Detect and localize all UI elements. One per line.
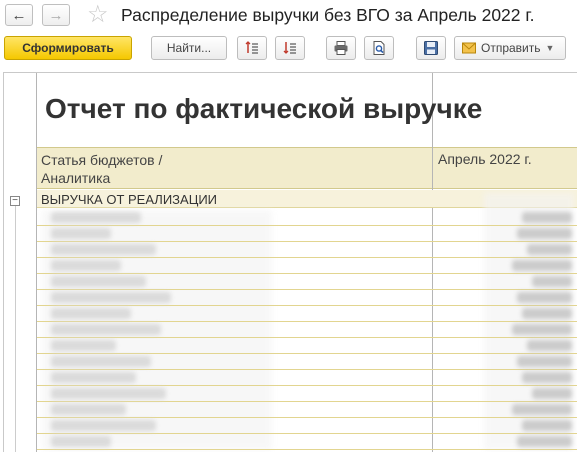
tree-guide-line bbox=[15, 206, 16, 452]
redacted-row-name bbox=[51, 372, 136, 383]
redacted-row-name bbox=[51, 212, 141, 223]
table-row[interactable] bbox=[37, 290, 577, 306]
table-row[interactable] bbox=[37, 258, 577, 274]
column-header-article-line2: Аналитика bbox=[41, 170, 111, 186]
table-row[interactable] bbox=[37, 274, 577, 290]
forward-button[interactable]: → bbox=[42, 4, 70, 26]
column-header-period: Апрель 2022 г. bbox=[433, 147, 577, 189]
print-preview-button[interactable] bbox=[364, 36, 394, 60]
table-row[interactable] bbox=[37, 434, 577, 450]
table-row[interactable] bbox=[37, 226, 577, 242]
redacted-row-value bbox=[517, 436, 572, 447]
redacted-row-name bbox=[51, 228, 111, 239]
window-title: Распределение выручки без ВГО за Апрель … bbox=[121, 5, 535, 25]
arrow-left-icon: ← bbox=[11, 6, 27, 24]
printer-icon bbox=[334, 41, 348, 55]
redacted-row-value bbox=[517, 228, 572, 239]
table-row[interactable] bbox=[37, 402, 577, 418]
redacted-row-name bbox=[51, 308, 131, 319]
redacted-row-value bbox=[522, 420, 572, 431]
redacted-row-name bbox=[51, 356, 151, 367]
table-row[interactable] bbox=[37, 338, 577, 354]
table-row[interactable] bbox=[37, 322, 577, 338]
redacted-row-value bbox=[512, 404, 572, 415]
toolbar: Сформировать Найти... Отправить ▼ bbox=[0, 36, 577, 64]
send-label: Отправить bbox=[481, 41, 541, 55]
redacted-row-value bbox=[512, 324, 572, 335]
table-row[interactable] bbox=[37, 210, 577, 226]
expand-icon bbox=[245, 41, 258, 54]
redacted-row-name bbox=[51, 388, 166, 399]
table-row[interactable] bbox=[37, 354, 577, 370]
redacted-row-name bbox=[51, 276, 146, 287]
redacted-row-value bbox=[532, 276, 572, 287]
redacted-row-name bbox=[51, 292, 171, 303]
column-header-article-line1: Статья бюджетов / bbox=[41, 152, 163, 168]
report-title: Отчет по фактической выручке bbox=[45, 93, 483, 124]
arrow-right-icon: → bbox=[48, 6, 64, 24]
generate-button[interactable]: Сформировать bbox=[4, 36, 132, 60]
table-row[interactable] bbox=[37, 418, 577, 434]
redacted-row-value bbox=[512, 260, 572, 271]
redacted-row-value bbox=[517, 292, 572, 303]
table-row[interactable] bbox=[37, 386, 577, 402]
back-button[interactable]: ← bbox=[5, 4, 33, 26]
redacted-row-name bbox=[51, 260, 121, 271]
redacted-row-value bbox=[522, 212, 572, 223]
group-label: ВЫРУЧКА ОТ РЕАЛИЗАЦИИ bbox=[41, 192, 218, 207]
redacted-row-value bbox=[522, 372, 572, 383]
collapse-icon bbox=[283, 42, 296, 54]
redacted-row-value bbox=[522, 308, 572, 319]
expand-all-button[interactable] bbox=[237, 36, 267, 60]
save-button[interactable] bbox=[416, 36, 446, 60]
redacted-row-name bbox=[51, 420, 156, 431]
find-button[interactable]: Найти... bbox=[151, 36, 227, 60]
redacted-row-value bbox=[527, 244, 572, 255]
favorite-star-icon[interactable]: ☆ bbox=[87, 2, 109, 28]
collapse-group-toggle[interactable]: − bbox=[10, 196, 20, 206]
column-header-article: Статья бюджетов / Аналитика bbox=[37, 147, 432, 189]
redacted-row-name bbox=[51, 404, 126, 415]
table-row[interactable] bbox=[37, 242, 577, 258]
redacted-row-value bbox=[517, 356, 572, 367]
redacted-row-name bbox=[51, 244, 156, 255]
title-bar: ← → ☆ Распределение выручки без ВГО за А… bbox=[0, 0, 577, 32]
save-icon bbox=[424, 41, 438, 55]
send-button[interactable]: Отправить ▼ bbox=[454, 36, 566, 60]
report-sheet[interactable]: Отчет по фактической выручке Статья бюдж… bbox=[3, 72, 577, 452]
chevron-down-icon: ▼ bbox=[545, 43, 555, 53]
table-row[interactable] bbox=[37, 306, 577, 322]
redacted-row-name bbox=[51, 340, 116, 351]
table-row[interactable] bbox=[37, 370, 577, 386]
print-preview-icon bbox=[373, 41, 385, 55]
redacted-row-name bbox=[51, 324, 161, 335]
collapse-all-button[interactable] bbox=[275, 36, 305, 60]
print-button[interactable] bbox=[326, 36, 356, 60]
redacted-row-name bbox=[51, 436, 111, 447]
redacted-row-value bbox=[527, 340, 572, 351]
redacted-row-value bbox=[532, 388, 572, 399]
envelope-icon bbox=[462, 42, 476, 54]
